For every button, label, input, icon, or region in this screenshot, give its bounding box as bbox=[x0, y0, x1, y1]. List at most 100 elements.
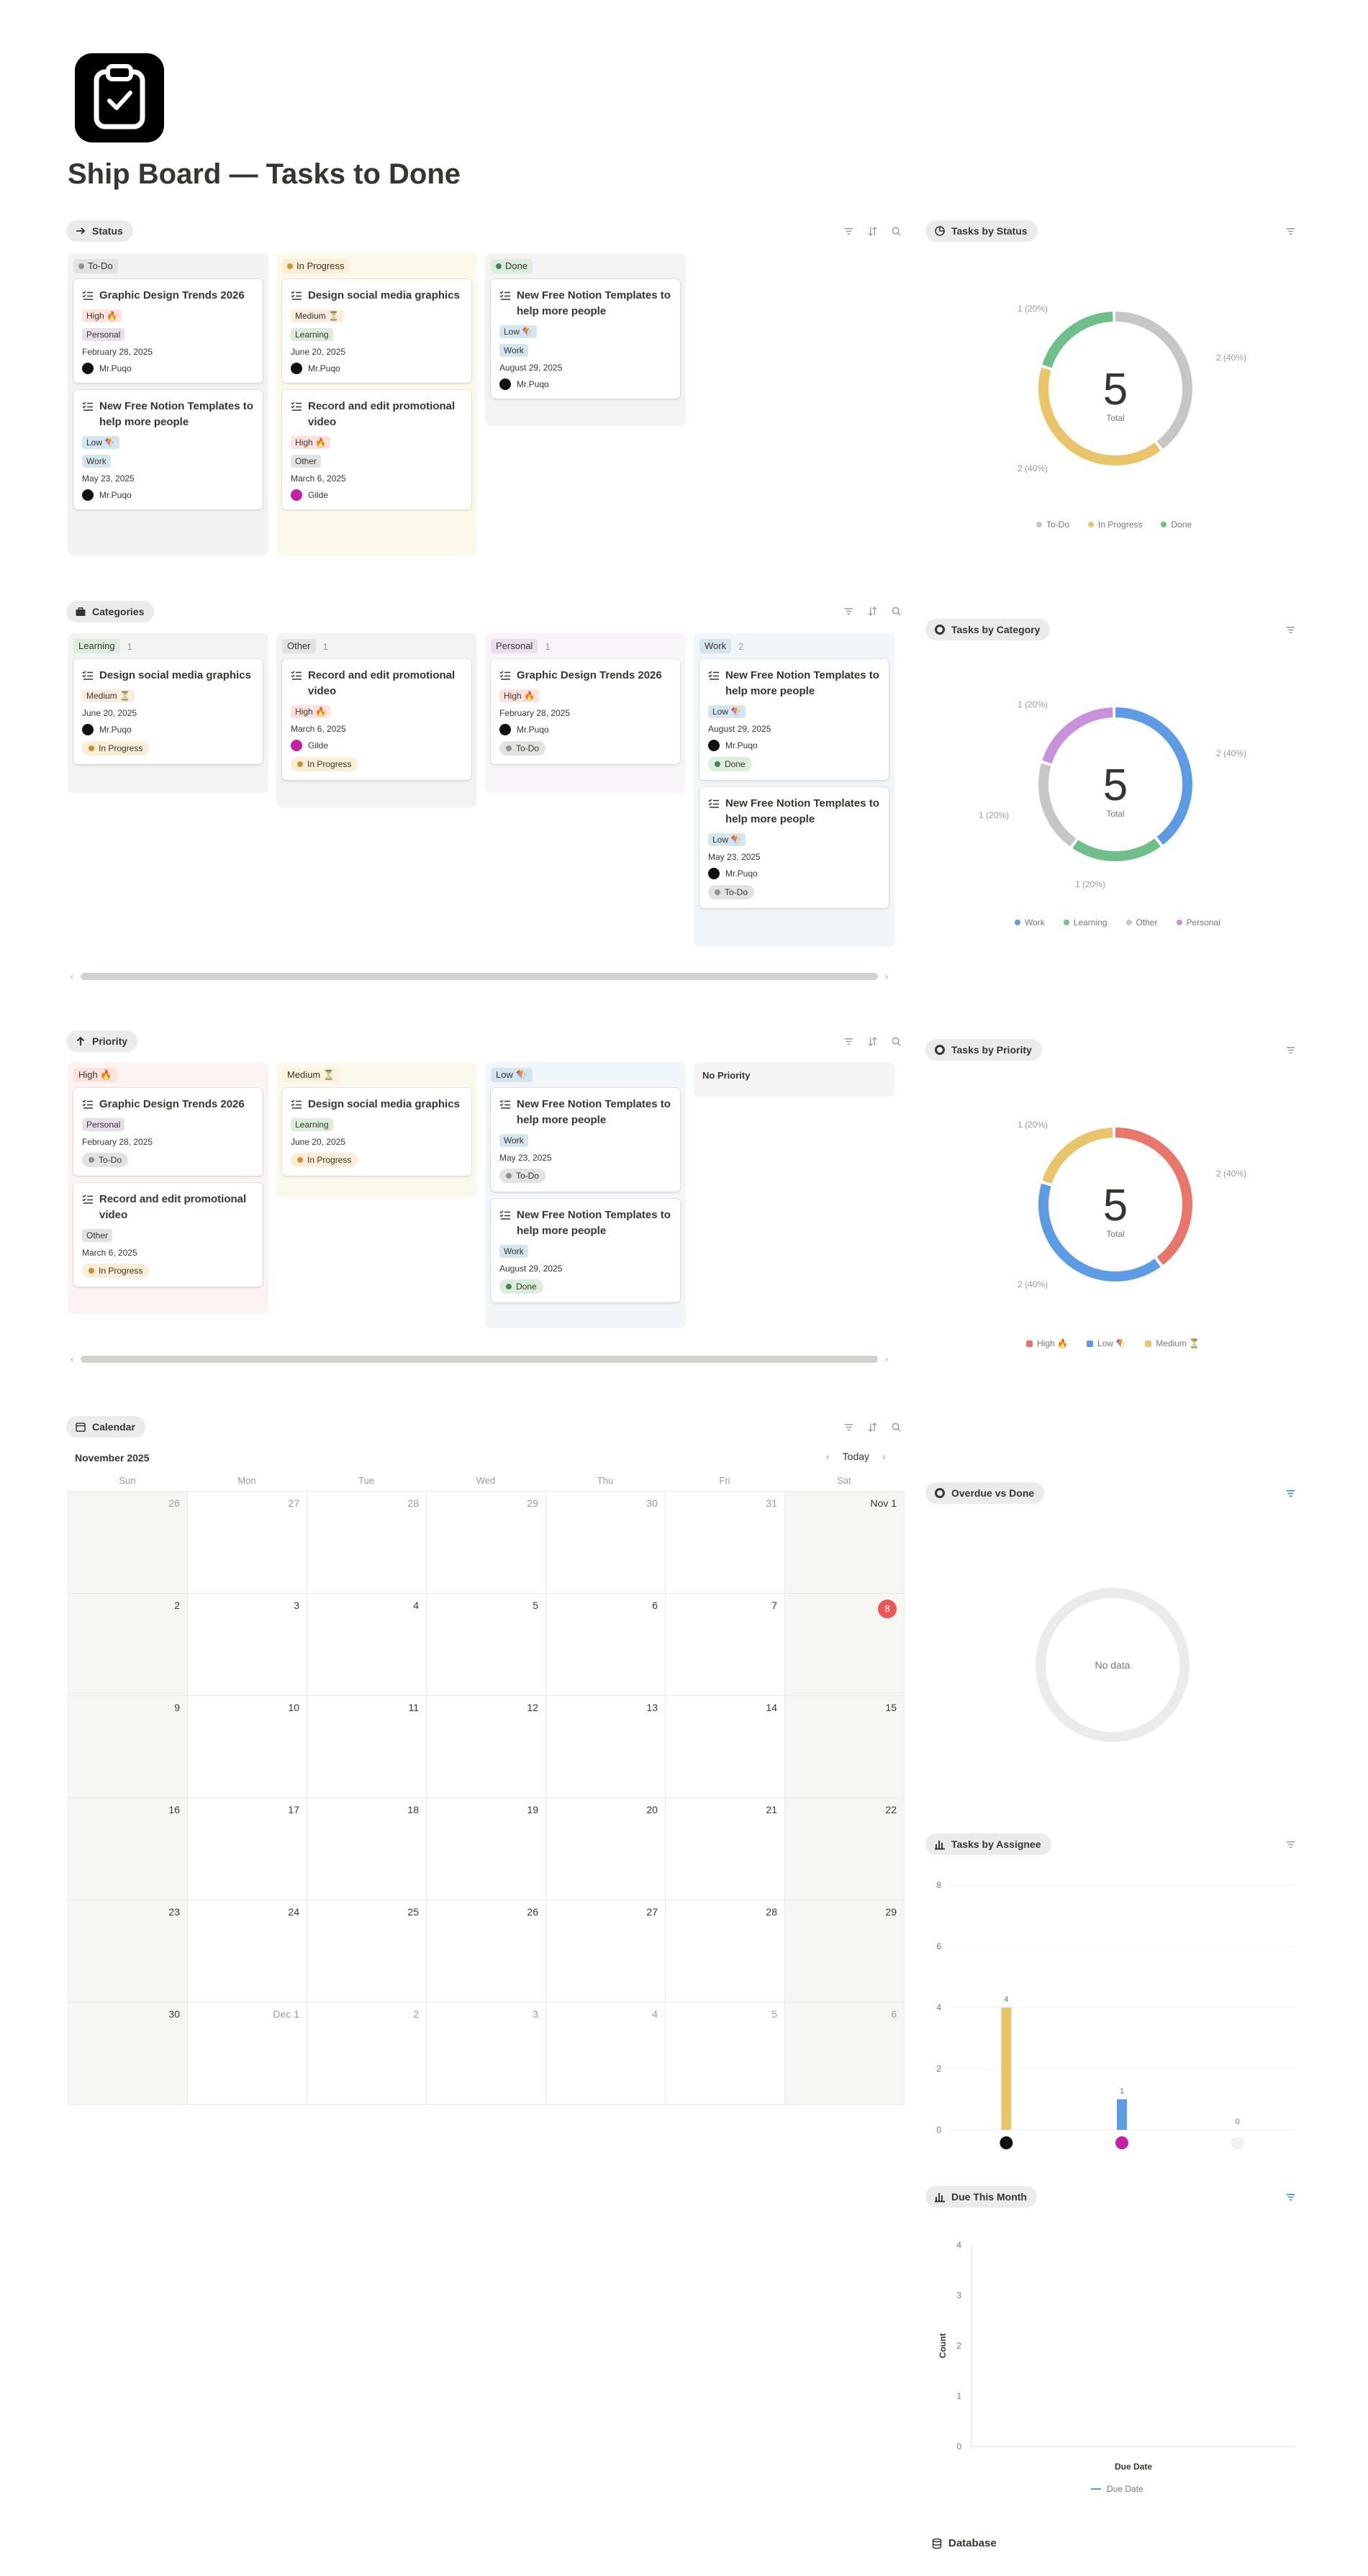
filter-icon[interactable] bbox=[843, 1422, 854, 1433]
calendar-day[interactable]: 29 bbox=[426, 1491, 546, 1594]
filter-icon[interactable] bbox=[843, 606, 854, 617]
task-card[interactable]: Graphic Design Trends 2026 Personal Febr… bbox=[73, 1088, 263, 1176]
calendar-day[interactable]: 30 bbox=[68, 2002, 188, 2105]
filter-icon[interactable] bbox=[1285, 1045, 1296, 1056]
calendar-day[interactable]: 26 bbox=[426, 1900, 546, 2003]
calendar-day[interactable]: 19 bbox=[426, 1797, 546, 1900]
calendar-day[interactable]: 27 bbox=[545, 1900, 666, 2003]
task-card[interactable]: New Free Notion Templates to help more p… bbox=[491, 1088, 680, 1192]
today-button[interactable]: Today bbox=[843, 1451, 869, 1462]
calendar-day[interactable]: 25 bbox=[307, 1900, 427, 2003]
task-card[interactable]: New Free Notion Templates to help more p… bbox=[73, 390, 263, 509]
task-card[interactable]: Graphic Design Trends 2026 High 🔥 Februa… bbox=[491, 659, 680, 764]
calendar-day[interactable]: 5 bbox=[426, 1593, 546, 1696]
filter-icon[interactable] bbox=[1285, 1488, 1296, 1499]
calendar-day-number: Nov 1 bbox=[870, 1497, 897, 1509]
calendar-day[interactable]: 3 bbox=[187, 1593, 307, 1696]
scroll-left-icon[interactable]: ‹ bbox=[71, 1354, 73, 1364]
filter-icon[interactable] bbox=[1285, 1839, 1296, 1850]
scroll-left-icon[interactable]: ‹ bbox=[71, 971, 73, 981]
task-card[interactable]: Graphic Design Trends 2026 High 🔥 Person… bbox=[73, 279, 263, 383]
task-card[interactable]: New Free Notion Templates to help more p… bbox=[699, 787, 889, 908]
search-icon[interactable] bbox=[891, 606, 902, 617]
calendar-day[interactable]: 18 bbox=[307, 1797, 427, 1900]
sort-icon[interactable] bbox=[867, 1036, 878, 1047]
calendar-view-tab[interactable]: Calendar bbox=[66, 1416, 145, 1438]
calendar-day[interactable]: 22 bbox=[784, 1797, 905, 1900]
categories-view-tab[interactable]: Categories bbox=[66, 601, 155, 622]
calendar-day[interactable]: 6 bbox=[784, 2002, 905, 2105]
priority-view-tab[interactable]: Priority bbox=[66, 1030, 138, 1052]
calendar-day[interactable]: 9 bbox=[68, 1695, 188, 1798]
calendar-day[interactable]: 14 bbox=[665, 1695, 785, 1798]
overdue-chart-tab[interactable]: Overdue vs Done bbox=[925, 1482, 1045, 1504]
calendar-day[interactable]: 13 bbox=[545, 1695, 666, 1798]
filter-icon[interactable] bbox=[843, 226, 854, 237]
calendar-day[interactable]: 16 bbox=[68, 1797, 188, 1900]
filter-icon[interactable] bbox=[843, 1036, 854, 1047]
database-link[interactable]: Database bbox=[931, 2537, 997, 2549]
calendar-day[interactable]: 26 bbox=[68, 1491, 188, 1594]
calendar-day[interactable]: 3 bbox=[426, 2002, 546, 2105]
due-chart-tab[interactable]: Due This Month bbox=[925, 2186, 1037, 2208]
calendar-day[interactable]: 21 bbox=[665, 1797, 785, 1900]
sort-icon[interactable] bbox=[867, 226, 878, 237]
calendar-day[interactable]: 5 bbox=[665, 2002, 785, 2105]
sort-icon[interactable] bbox=[867, 606, 878, 617]
calendar-day[interactable]: 28 bbox=[307, 1491, 427, 1594]
calendar-day[interactable]: 4 bbox=[307, 1593, 427, 1696]
calendar-day[interactable]: 2 bbox=[307, 2002, 427, 2105]
task-card[interactable]: Design social media graphics Medium ⏳ Ju… bbox=[73, 659, 263, 764]
next-month-icon[interactable]: › bbox=[882, 1451, 886, 1462]
calendar-day[interactable]: 8 bbox=[784, 1593, 905, 1696]
scroll-right-icon[interactable]: › bbox=[885, 1354, 888, 1364]
avatar bbox=[291, 489, 302, 501]
calendar-day[interactable]: 2 bbox=[68, 1593, 188, 1696]
calendar-day[interactable]: 15 bbox=[784, 1695, 905, 1798]
category-chart-tab[interactable]: Tasks by Category bbox=[925, 619, 1051, 640]
calendar-day[interactable]: 28 bbox=[665, 1900, 785, 2003]
search-icon[interactable] bbox=[891, 226, 902, 237]
task-card[interactable]: Design social media graphics Medium ⏳ Le… bbox=[282, 279, 471, 383]
calendar-day[interactable]: Nov 1 bbox=[784, 1491, 905, 1594]
horizontal-scrollbar[interactable] bbox=[81, 1356, 878, 1363]
calendar-day[interactable]: 7 bbox=[665, 1593, 785, 1696]
horizontal-scrollbar[interactable] bbox=[81, 973, 878, 980]
calendar-day[interactable]: 10 bbox=[187, 1695, 307, 1798]
status-badge: To-Do bbox=[708, 885, 755, 899]
calendar-day[interactable]: 4 bbox=[545, 2002, 666, 2105]
calendar-day[interactable]: 27 bbox=[187, 1491, 307, 1594]
filter-icon[interactable] bbox=[1285, 625, 1296, 635]
calendar-day[interactable]: 29 bbox=[784, 1900, 905, 2003]
filter-icon[interactable] bbox=[1285, 2192, 1296, 2203]
status-view-tab[interactable]: Status bbox=[66, 220, 133, 242]
prev-month-icon[interactable]: ‹ bbox=[826, 1451, 830, 1462]
calendar-day[interactable]: Dec 1 bbox=[187, 2002, 307, 2105]
calendar-day[interactable]: 23 bbox=[68, 1900, 188, 2003]
task-card[interactable]: New Free Notion Templates to help more p… bbox=[491, 279, 680, 399]
assignee-chart-tab[interactable]: Tasks by Assignee bbox=[925, 1833, 1051, 1855]
task-card[interactable]: Design social media graphics Learning Ju… bbox=[282, 1088, 471, 1176]
calendar-day[interactable]: 11 bbox=[307, 1695, 427, 1798]
filter-icon[interactable] bbox=[1285, 226, 1296, 237]
priority-chart-tab[interactable]: Tasks by Priority bbox=[925, 1039, 1042, 1061]
calendar-day[interactable]: 12 bbox=[426, 1695, 546, 1798]
status-chart-tab[interactable]: Tasks by Status bbox=[925, 220, 1038, 242]
sort-icon[interactable] bbox=[867, 1422, 878, 1433]
calendar-day[interactable]: 20 bbox=[545, 1797, 666, 1900]
calendar-day[interactable]: 24 bbox=[187, 1900, 307, 2003]
task-card[interactable]: Record and edit promotional video High 🔥… bbox=[282, 659, 471, 780]
priority-column-label: Low 🪁 bbox=[491, 1068, 533, 1082]
search-icon[interactable] bbox=[891, 1036, 902, 1047]
task-card[interactable]: New Free Notion Templates to help more p… bbox=[491, 1199, 680, 1302]
calendar-day[interactable]: 30 bbox=[545, 1491, 666, 1594]
task-card[interactable]: New Free Notion Templates to help more p… bbox=[699, 659, 889, 780]
calendar-day[interactable]: 17 bbox=[187, 1797, 307, 1900]
calendar-day[interactable]: 6 bbox=[545, 1593, 666, 1696]
search-icon[interactable] bbox=[891, 1422, 902, 1433]
task-card[interactable]: Record and edit promotional video High 🔥… bbox=[282, 390, 471, 509]
task-title: Record and edit promotional video bbox=[99, 1193, 247, 1221]
scroll-right-icon[interactable]: › bbox=[885, 971, 888, 981]
calendar-day[interactable]: 31 bbox=[665, 1491, 785, 1594]
task-card[interactable]: Record and edit promotional video Other … bbox=[73, 1183, 263, 1287]
